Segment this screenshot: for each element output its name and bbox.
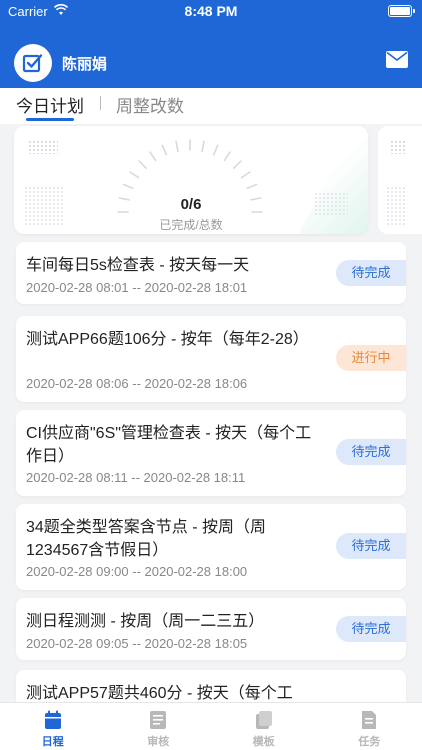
user-name: 陈丽娟	[62, 56, 108, 73]
tabbar-label: 审核	[147, 736, 170, 748]
tabbar-label: 任务	[358, 736, 381, 748]
battery-icon	[388, 5, 415, 17]
task-title: 测日程测测 - 按周（周一二三五）	[26, 613, 265, 630]
progress-label: 已完成/总数	[159, 218, 223, 232]
tab-today-plan[interactable]: 今日计划	[16, 92, 84, 117]
status-badge: 待完成	[336, 616, 406, 642]
active-tab-indicator	[26, 118, 74, 121]
progress-summary-card[interactable]: 0/6 已完成/总数	[14, 126, 368, 234]
review-icon	[150, 711, 167, 729]
avatar[interactable]	[14, 44, 52, 82]
content-area[interactable]: 0/6 已完成/总数 车间每日5s检查表 - 按天每一天 2020-02-28 …	[0, 124, 422, 702]
status-badge: 进行中	[336, 345, 406, 371]
task-card[interactable]: 34题全类型答案含节点 - 按周（周1234567含节假日） 2020-02-2…	[16, 504, 406, 590]
gauge-tick	[233, 160, 242, 170]
tabbar-item-template[interactable]: 模板	[211, 703, 317, 750]
gauge-tick	[240, 171, 251, 179]
status-badge: 待完成	[336, 533, 406, 559]
task-title: 34题全类型答案含节点 - 按周（周1234567含节假日）	[26, 519, 267, 559]
task-time: 2020-02-28 09:05 -- 2020-02-28 18:05	[26, 636, 248, 651]
status-time: 8:48 PM	[184, 3, 238, 19]
status-badge: 待完成	[336, 439, 406, 465]
decor-dots	[390, 140, 406, 154]
tabbar-item-task[interactable]: 任务	[317, 703, 422, 750]
tabbar-label: 日程	[41, 736, 64, 748]
tab-divider	[100, 96, 101, 110]
gauge-tick	[138, 160, 148, 170]
template-icon	[255, 711, 272, 729]
decor-dots	[28, 140, 58, 154]
task-card[interactable]: 车间每日5s检查表 - 按天每一天 2020-02-28 08:01 -- 20…	[16, 242, 406, 304]
gauge-tick	[201, 140, 205, 153]
task-title: 车间每日5s检查表 - 按天每一天	[26, 257, 250, 274]
tabbar-item-review[interactable]: 审核	[106, 703, 212, 750]
calendar-icon	[44, 710, 61, 729]
gauge-tick	[175, 140, 179, 153]
task-time: 2020-02-28 08:01 -- 2020-02-28 18:01	[26, 280, 248, 295]
tabbar-item-schedule[interactable]: 日程	[0, 703, 106, 750]
checkbox-icon	[22, 54, 43, 73]
gauge-tick	[246, 183, 258, 190]
gauge-tick	[212, 144, 219, 156]
decor-dots	[386, 186, 406, 226]
status-bar: Carrier 8:48 PM	[0, 0, 422, 24]
task-time: 2020-02-28 08:06 -- 2020-02-28 18:06	[26, 376, 248, 391]
task-card[interactable]: CI供应商"6S"管理检查表 - 按天（每个工作日） 2020-02-28 08…	[16, 410, 406, 496]
app-header: Carrier 8:48 PM 陈丽娟	[0, 0, 422, 88]
gauge-tick	[149, 151, 157, 162]
task-title: CI供应商"6S"管理检查表 - 按天（每个工作日）	[26, 425, 312, 465]
next-summary-card[interactable]	[378, 126, 422, 234]
task-icon	[362, 711, 377, 729]
gauge-tick	[223, 151, 231, 162]
task-card[interactable]: 测日程测测 - 按周（周一二三五） 2020-02-28 09:05 -- 20…	[16, 598, 406, 660]
tab-weekly-rectification[interactable]: 周整改数	[116, 92, 184, 117]
plan-tabs: 今日计划 周整改数	[0, 88, 422, 124]
status-badge: 待完成	[336, 260, 406, 286]
task-card[interactable]: 测试APP66题106分 - 按年（每年2-28） 2020-02-28 08:…	[16, 316, 406, 402]
task-time: 2020-02-28 09:00 -- 2020-02-28 18:00	[26, 564, 248, 579]
mail-icon[interactable]	[386, 51, 408, 68]
progress-value: 0/6	[180, 196, 202, 213]
task-title: 测试APP66题106分 - 按年（每年2-28）	[26, 331, 309, 348]
gauge-tick	[129, 171, 140, 179]
task-card[interactable]: 测试APP57题共460分 - 按天（每个工	[16, 670, 406, 702]
bottom-tab-bar: 日程 审核 模板 任务	[0, 702, 422, 750]
gauge-tick	[161, 144, 168, 156]
task-title: 测试APP57题共460分 - 按天（每个工	[26, 685, 293, 702]
task-time: 2020-02-28 08:11 -- 2020-02-28 18:11	[26, 470, 246, 485]
gauge-tick	[122, 183, 134, 190]
tabbar-label: 模板	[252, 736, 275, 748]
